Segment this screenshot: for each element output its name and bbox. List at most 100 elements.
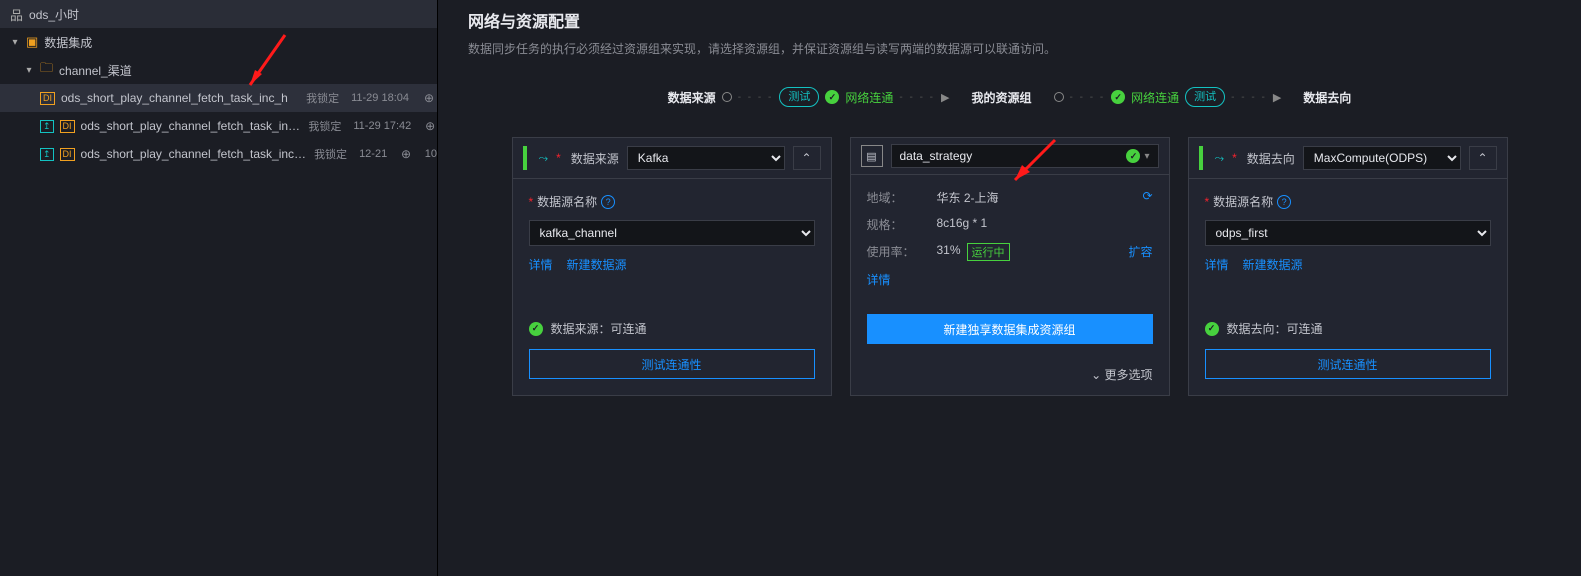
- target-icon[interactable]: ⊕: [423, 119, 437, 133]
- datasource-name-select[interactable]: kafka_channel: [529, 220, 815, 246]
- test-button-left[interactable]: 测试: [779, 87, 819, 107]
- di-badge-icon: DI: [40, 92, 55, 105]
- flow-dash: - - - -: [738, 92, 774, 103]
- destination-panel: ⤳ * 数据去向 MaxCompute(ODPS) ⌃ * 数据源名称 ? od…: [1188, 137, 1508, 396]
- region-value: 华东 2-上海: [937, 189, 999, 206]
- task-label: ods_short_play_channel_fetch_task_inc_h_…: [81, 147, 309, 161]
- tree-item-task[interactable]: DI ods_short_play_channel_fetch_task_inc…: [0, 84, 437, 112]
- expand-link[interactable]: 扩容: [1128, 243, 1152, 261]
- new-datasource-link[interactable]: 新建数据源: [1243, 256, 1303, 273]
- flow-dash: - - - -: [1070, 92, 1106, 103]
- resource-group-icon: ▤: [861, 145, 883, 167]
- usage-key: 使用率：: [867, 243, 937, 261]
- more-options-text: 更多选项: [1104, 368, 1152, 382]
- di-badge-icon: DI: [60, 148, 75, 161]
- source-type-select[interactable]: Kafka: [627, 146, 785, 170]
- refresh-icon[interactable]: ⟳: [1142, 189, 1152, 206]
- spec-key: 规格：: [867, 216, 937, 233]
- flow-node-icon: [1054, 92, 1064, 102]
- dest-label: 数据去向: [1247, 150, 1295, 167]
- target-icon[interactable]: ⊕: [421, 91, 437, 105]
- datasource-name-label: * 数据源名称 ?: [1205, 193, 1491, 210]
- target-icon[interactable]: ⊕: [399, 147, 413, 161]
- help-icon[interactable]: ?: [601, 195, 615, 209]
- lock-meta: 我锁定: [306, 90, 339, 106]
- required-star-icon: *: [1232, 151, 1237, 165]
- tree-item-task-history[interactable]: ↥ DI ods_short_play_channel_fetch_task_i…: [0, 140, 437, 168]
- flow-dest-label: 数据去向: [1303, 89, 1351, 106]
- tree-folder-channel[interactable]: ▾ 🗀 channel_渠道: [0, 56, 437, 84]
- test-button-right[interactable]: 测试: [1185, 87, 1225, 107]
- node-icon: 品: [10, 5, 23, 24]
- flow-dash: - - - -: [899, 92, 935, 103]
- task-time-extra: 10: [425, 148, 437, 160]
- ok-check-icon: ✓: [1126, 149, 1140, 163]
- detail-link[interactable]: 详情: [867, 271, 891, 288]
- source-panel-header: ⤳ * 数据来源 Kafka ⌃: [513, 138, 831, 179]
- tree-folder-data-integration[interactable]: ▾ ▣ 数据集成: [0, 28, 437, 56]
- connection-status: 数据去向：可连通: [1227, 320, 1323, 337]
- collapse-button[interactable]: ⌃: [1469, 146, 1497, 170]
- folder-label: channel_渠道: [59, 62, 132, 79]
- ok-check-icon: ✓: [1111, 90, 1125, 104]
- resource-group-panel: ▤ data_strategy✓▾ 地域：华东 2-上海⟳ 规格：8c16g *…: [850, 137, 1170, 396]
- required-star-icon: *: [556, 151, 561, 165]
- network-connected-label: 网络连通: [1131, 89, 1179, 106]
- chevron-down-icon: ▾: [1144, 151, 1149, 162]
- spec-value: 8c16g * 1: [937, 216, 988, 233]
- resource-group-select[interactable]: data_strategy✓▾: [891, 144, 1159, 168]
- required-star-icon: *: [1205, 195, 1210, 209]
- collapse-button[interactable]: ⌃: [793, 146, 821, 170]
- dest-type-select[interactable]: MaxCompute(ODPS): [1303, 146, 1461, 170]
- config-panels: ⤳ * 数据来源 Kafka ⌃ * 数据源名称 ? kafka_channel…: [468, 137, 1551, 396]
- accent-bar: [1199, 146, 1203, 170]
- chevron-up-icon: ⌃: [801, 151, 811, 165]
- label-text: 数据源名称: [537, 193, 597, 210]
- required-star-icon: *: [529, 195, 534, 209]
- route-icon: ⤳: [539, 151, 549, 166]
- upload-badge-icon: ↥: [40, 120, 54, 133]
- detail-link[interactable]: 详情: [1205, 256, 1229, 273]
- more-options-link[interactable]: ⌄ 更多选项: [851, 360, 1169, 395]
- datasource-name-select[interactable]: odps_first: [1205, 220, 1491, 246]
- tree-root[interactable]: 品 ods_小时: [0, 0, 437, 28]
- flow-rg-label: 我的资源组: [971, 89, 1031, 106]
- folder-icon: 🗀: [40, 59, 53, 81]
- test-connection-button[interactable]: 测试连通性: [1205, 349, 1491, 379]
- tree-item-task-copy[interactable]: ↥ DI ods_short_play_channel_fetch_task_i…: [0, 112, 437, 140]
- di-badge-icon: DI: [60, 120, 75, 133]
- flow-source-label: 数据来源: [668, 89, 716, 106]
- page-description: 数据同步任务的执行必须经过资源组来实现，请选择资源组，并保证资源组与读写两端的数…: [468, 40, 1551, 57]
- ok-check-icon: ✓: [529, 322, 543, 336]
- route-icon: ⤳: [1215, 151, 1225, 166]
- arrow-right-icon: ▶: [1273, 91, 1281, 104]
- running-badge: 运行中: [967, 243, 1010, 261]
- flow-node-icon: [722, 92, 732, 102]
- network-connected-label: 网络连通: [845, 89, 893, 106]
- rg-panel-header: ▤ data_strategy✓▾: [851, 138, 1169, 175]
- test-connection-button[interactable]: 测试连通性: [529, 349, 815, 379]
- source-panel-footer: ✓ 数据来源：可连通 测试连通性: [513, 308, 831, 395]
- new-datasource-link[interactable]: 新建数据源: [567, 256, 627, 273]
- task-time: 12-21: [359, 148, 387, 160]
- flow-diagram: 数据来源 - - - - 测试 ✓ 网络连通 - - - - ▶ 我的资源组 -…: [468, 87, 1551, 107]
- create-resource-group-button[interactable]: 新建独享数据集成资源组: [867, 314, 1153, 344]
- caret-down-icon: ▾: [10, 37, 20, 48]
- caret-down-icon: ▾: [24, 65, 34, 76]
- help-icon[interactable]: ?: [1277, 195, 1291, 209]
- task-label: ods_short_play_channel_fetch_task_inc_h: [61, 91, 288, 105]
- lock-meta: 我锁定: [314, 146, 347, 162]
- task-label: ods_short_play_channel_fetch_task_inc_h_…: [81, 119, 303, 133]
- dest-panel-footer: ✓ 数据去向：可连通 测试连通性: [1189, 308, 1507, 395]
- tree-root-label: ods_小时: [29, 6, 79, 23]
- dest-panel-header: ⤳ * 数据去向 MaxCompute(ODPS) ⌃: [1189, 138, 1507, 179]
- folder-label: 数据集成: [44, 34, 92, 51]
- ok-check-icon: ✓: [825, 90, 839, 104]
- task-time: 11-29 17:42: [353, 120, 411, 132]
- detail-link[interactable]: 详情: [529, 256, 553, 273]
- arrow-right-icon: ▶: [941, 91, 949, 104]
- region-key: 地域：: [867, 189, 937, 206]
- ok-check-icon: ✓: [1205, 322, 1219, 336]
- source-panel: ⤳ * 数据来源 Kafka ⌃ * 数据源名称 ? kafka_channel…: [512, 137, 832, 396]
- page-title: 网络与资源配置: [468, 8, 1551, 32]
